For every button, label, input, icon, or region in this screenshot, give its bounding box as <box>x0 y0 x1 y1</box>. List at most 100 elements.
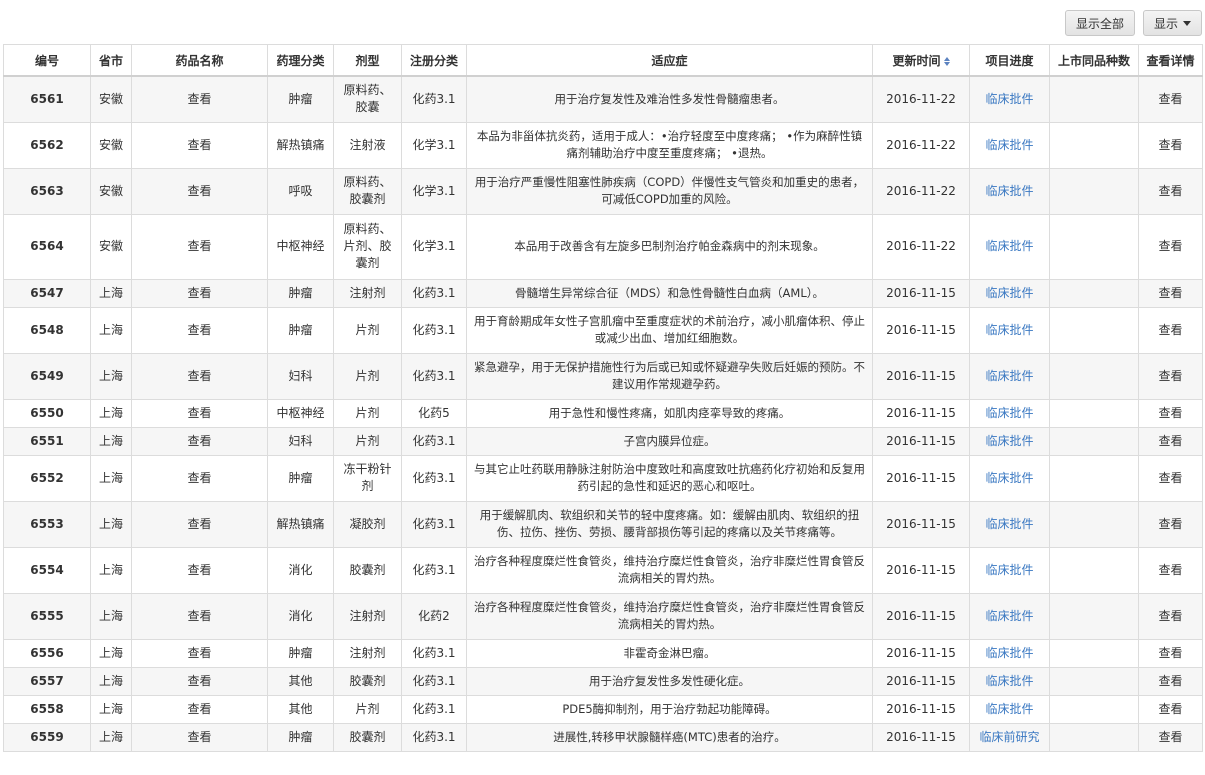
show-dropdown-button[interactable]: 显示 <box>1142 10 1202 36</box>
col-header-progress[interactable]: 项目进度 <box>969 44 1050 77</box>
col-header-detail[interactable]: 查看详情 <box>1138 44 1203 77</box>
cell-drug-name[interactable]: 查看 <box>131 398 268 428</box>
cell-id: 6550 <box>3 398 91 428</box>
cell-detail[interactable]: 查看 <box>1138 352 1203 400</box>
cell-progress[interactable]: 临床批件 <box>969 592 1050 640</box>
cell-detail[interactable]: 查看 <box>1138 722 1203 752</box>
progress-link[interactable]: 临床批件 <box>985 471 1033 485</box>
cell-detail[interactable]: 查看 <box>1138 278 1203 308</box>
col-header-reg-class[interactable]: 注册分类 <box>401 44 467 77</box>
cell-update-time: 2016-11-15 <box>872 500 970 548</box>
col-header-update-time[interactable]: 更新时间 <box>872 44 970 77</box>
progress-link[interactable]: 临床批件 <box>985 323 1033 337</box>
cell-drug-name[interactable]: 查看 <box>131 306 268 354</box>
cell-drug-name[interactable]: 查看 <box>131 546 268 594</box>
cell-drug-name[interactable]: 查看 <box>131 352 268 400</box>
cell-drug-name[interactable]: 查看 <box>131 666 268 696</box>
col-header-indication[interactable]: 适应症 <box>466 44 873 77</box>
progress-link[interactable]: 临床批件 <box>985 434 1033 448</box>
cell-progress[interactable]: 临床批件 <box>969 167 1050 215</box>
progress-link[interactable]: 临床批件 <box>985 138 1033 152</box>
cell-progress[interactable]: 临床批件 <box>969 666 1050 696</box>
progress-link[interactable]: 临床批件 <box>985 286 1033 300</box>
cell-progress[interactable]: 临床批件 <box>969 546 1050 594</box>
cell-drug-name[interactable]: 查看 <box>131 121 268 169</box>
cell-update-time: 2016-11-15 <box>872 694 970 724</box>
progress-link[interactable]: 临床批件 <box>985 646 1033 660</box>
cell-drug-name[interactable]: 查看 <box>131 500 268 548</box>
progress-link[interactable]: 临床批件 <box>985 517 1033 531</box>
cell-detail[interactable]: 查看 <box>1138 167 1203 215</box>
cell-detail[interactable]: 查看 <box>1138 454 1203 502</box>
progress-link[interactable]: 临床批件 <box>985 702 1033 716</box>
cell-drug-name[interactable]: 查看 <box>131 278 268 308</box>
cell-drug-name[interactable]: 查看 <box>131 722 268 752</box>
cell-progress[interactable]: 临床批件 <box>969 75 1050 123</box>
cell-drug-name[interactable]: 查看 <box>131 592 268 640</box>
cell-detail[interactable]: 查看 <box>1138 500 1203 548</box>
cell-market-count <box>1049 213 1139 280</box>
cell-pharm-class: 肿瘤 <box>267 722 334 752</box>
cell-drug-name[interactable]: 查看 <box>131 426 268 456</box>
cell-update-time: 2016-11-15 <box>872 666 970 696</box>
cell-id: 6548 <box>3 306 91 354</box>
cell-progress[interactable]: 临床前研究 <box>969 722 1050 752</box>
cell-progress[interactable]: 临床批件 <box>969 694 1050 724</box>
cell-province: 上海 <box>90 546 132 594</box>
cell-detail[interactable]: 查看 <box>1138 75 1203 123</box>
col-header-pharm-class[interactable]: 药理分类 <box>267 44 334 77</box>
cell-detail[interactable]: 查看 <box>1138 666 1203 696</box>
cell-progress[interactable]: 临床批件 <box>969 352 1050 400</box>
progress-link[interactable]: 临床前研究 <box>979 730 1039 744</box>
progress-link[interactable]: 临床批件 <box>985 92 1033 106</box>
progress-link[interactable]: 临床批件 <box>985 184 1033 198</box>
cell-drug-name[interactable]: 查看 <box>131 454 268 502</box>
cell-detail[interactable]: 查看 <box>1138 121 1203 169</box>
cell-reg-class: 化药3.1 <box>401 666 467 696</box>
show-all-button[interactable]: 显示全部 <box>1064 10 1135 36</box>
cell-update-time: 2016-11-15 <box>872 398 970 428</box>
cell-progress[interactable]: 临床批件 <box>969 638 1050 668</box>
cell-detail[interactable]: 查看 <box>1138 638 1203 668</box>
cell-province: 上海 <box>90 454 132 502</box>
cell-detail[interactable]: 查看 <box>1138 213 1203 280</box>
cell-progress[interactable]: 临床批件 <box>969 426 1050 456</box>
progress-link[interactable]: 临床批件 <box>985 609 1033 623</box>
cell-progress[interactable]: 临床批件 <box>969 454 1050 502</box>
cell-indication: 本品为非甾体抗炎药，适用于成人：•治疗轻度至中度疼痛； •作为麻醉性镇痛剂辅助治… <box>466 121 873 169</box>
cell-progress[interactable]: 临床批件 <box>969 278 1050 308</box>
progress-link[interactable]: 临床批件 <box>985 239 1033 253</box>
cell-detail[interactable]: 查看 <box>1138 546 1203 594</box>
progress-link[interactable]: 临床批件 <box>985 369 1033 383</box>
cell-update-time: 2016-11-15 <box>872 278 970 308</box>
cell-progress[interactable]: 临床批件 <box>969 306 1050 354</box>
col-header-drug-name[interactable]: 药品名称 <box>131 44 268 77</box>
cell-drug-name[interactable]: 查看 <box>131 167 268 215</box>
cell-drug-name[interactable]: 查看 <box>131 75 268 123</box>
progress-link[interactable]: 临床批件 <box>985 674 1033 688</box>
cell-detail[interactable]: 查看 <box>1138 426 1203 456</box>
sort-icon[interactable] <box>943 56 950 66</box>
cell-province: 上海 <box>90 352 132 400</box>
cell-detail[interactable]: 查看 <box>1138 398 1203 428</box>
col-header-dosage-form[interactable]: 剂型 <box>333 44 402 77</box>
progress-link[interactable]: 临床批件 <box>985 406 1033 420</box>
cell-detail[interactable]: 查看 <box>1138 592 1203 640</box>
col-header-province[interactable]: 省市 <box>90 44 132 77</box>
cell-id: 6564 <box>3 213 91 280</box>
cell-progress[interactable]: 临床批件 <box>969 500 1050 548</box>
cell-progress[interactable]: 临床批件 <box>969 398 1050 428</box>
cell-market-count <box>1049 722 1139 752</box>
cell-progress[interactable]: 临床批件 <box>969 213 1050 280</box>
cell-pharm-class: 中枢神经 <box>267 398 334 428</box>
progress-link[interactable]: 临床批件 <box>985 563 1033 577</box>
col-header-market-count[interactable]: 上市同品种数 <box>1049 44 1139 77</box>
col-header-id[interactable]: 编号 <box>3 44 91 77</box>
cell-update-time: 2016-11-15 <box>872 426 970 456</box>
cell-drug-name[interactable]: 查看 <box>131 638 268 668</box>
cell-detail[interactable]: 查看 <box>1138 306 1203 354</box>
cell-drug-name[interactable]: 查看 <box>131 694 268 724</box>
cell-progress[interactable]: 临床批件 <box>969 121 1050 169</box>
cell-drug-name[interactable]: 查看 <box>131 213 268 280</box>
cell-detail[interactable]: 查看 <box>1138 694 1203 724</box>
